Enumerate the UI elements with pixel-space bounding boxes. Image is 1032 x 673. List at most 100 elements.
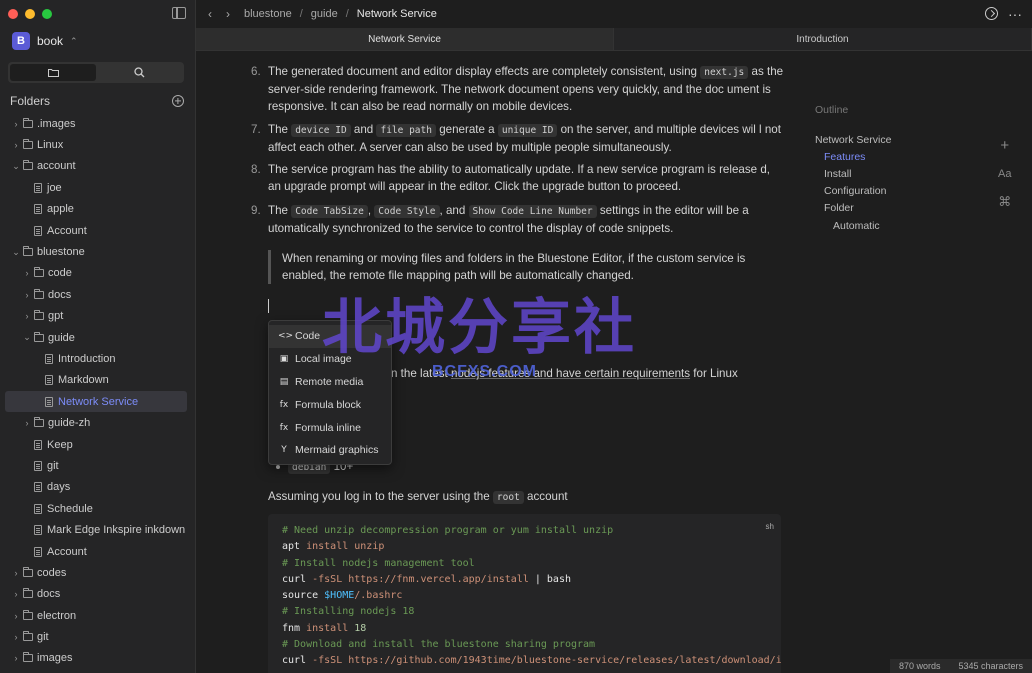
tree-folder[interactable]: › Linux: [5, 134, 187, 155]
more-icon[interactable]: ···: [1008, 7, 1022, 21]
back-arrow-icon[interactable]: ‹: [208, 7, 218, 21]
file-icon: [45, 396, 53, 407]
code-line: curl -fsSL https://fnm.vercel.app/instal…: [282, 572, 767, 588]
window-controls: [8, 9, 52, 19]
folder-icon: [23, 246, 33, 257]
code-language-label[interactable]: sh: [766, 519, 774, 535]
char-count: 5345 characters: [958, 661, 1023, 671]
tree-folder[interactable]: › codes: [5, 562, 187, 583]
tree-file[interactable]: Markdown: [5, 370, 187, 391]
folder-icon: [34, 267, 44, 278]
tree-folder[interactable]: › .images: [5, 113, 187, 134]
add-icon[interactable]: +: [1000, 137, 1009, 154]
tree-folder[interactable]: › docs: [5, 284, 187, 305]
file-icon: [34, 225, 42, 236]
tree-folder[interactable]: › guide-zh: [5, 412, 187, 433]
tree-item-label: docs: [37, 588, 61, 601]
formula-icon: fx: [279, 399, 289, 410]
tree-file[interactable]: Keep: [5, 434, 187, 455]
forward-arrow-icon[interactable]: ›: [226, 7, 236, 21]
share-icon[interactable]: [985, 7, 998, 20]
close-window-button[interactable]: [8, 9, 18, 19]
code-block[interactable]: sh # Need unzip decompression program or…: [268, 514, 781, 673]
breadcrumb-current: Network Service: [356, 8, 437, 20]
outline-item[interactable]: Folder: [815, 200, 995, 217]
file-icon: [34, 525, 42, 536]
breadcrumb-item[interactable]: guide: [311, 8, 338, 20]
tree-file[interactable]: Introduction: [5, 348, 187, 369]
editor[interactable]: 6. The generated document and editor disp…: [196, 51, 836, 673]
tree-folder[interactable]: ⌄ bluestone: [5, 241, 187, 262]
tree-file[interactable]: Account: [5, 541, 187, 562]
paragraph-link[interactable]: nodejs features and have certain require…: [451, 367, 690, 380]
code-token: 18: [354, 622, 367, 634]
tree-item-label: code: [48, 267, 72, 280]
folder-icon: [23, 566, 33, 577]
tree-folder[interactable]: › electron: [5, 605, 187, 626]
tree-file[interactable]: apple: [5, 199, 187, 220]
menu-item-mermaid-graphics[interactable]: Y Mermaid graphics: [269, 439, 391, 462]
tree-folder[interactable]: › images: [5, 648, 187, 669]
code-token: curl: [282, 573, 313, 585]
tree-item-label: days: [47, 481, 71, 494]
tree-item-label: bluestone: [37, 246, 85, 259]
sidebar-toggle-icon[interactable]: [172, 7, 186, 19]
tree-folder[interactable]: › code: [5, 263, 187, 284]
tree-file[interactable]: days: [5, 477, 187, 498]
list-text: and: [350, 123, 377, 136]
list-item: 9. The Code TabSize, Code Style, and Show…: [251, 202, 786, 237]
inline-code: device ID: [291, 124, 351, 137]
tree-folder[interactable]: ⌄ account: [5, 156, 187, 177]
tree-item-label: docs: [48, 288, 72, 301]
list-item: 6. The generated document and editor disp…: [251, 63, 786, 115]
media-icon: ▤: [279, 376, 289, 387]
folder-icon: [23, 160, 33, 171]
tree-file[interactable]: Schedule: [5, 498, 187, 519]
menu-item-code[interactable]: <> Code: [269, 325, 391, 348]
add-folder-icon[interactable]: [172, 95, 184, 107]
sidebar-view-switch: [8, 62, 184, 83]
tab-introduction[interactable]: Introduction: [614, 28, 1032, 50]
minimize-window-button[interactable]: [25, 9, 35, 19]
outline-item[interactable]: Features: [815, 148, 995, 165]
outline-item[interactable]: Automatic: [815, 217, 995, 234]
chevron-down-icon: ⌄: [23, 332, 31, 343]
tree-folder[interactable]: ⌄ guide: [5, 327, 187, 348]
code-token: apt: [282, 541, 307, 553]
tree-file[interactable]: Network Service: [5, 391, 187, 413]
files-view-button[interactable]: [10, 64, 96, 81]
status-bar: 870 words 5345 characters: [890, 659, 1032, 673]
font-icon[interactable]: Aa: [998, 168, 1011, 180]
command-icon[interactable]: ⌘: [998, 194, 1011, 210]
chevron-right-icon: ›: [25, 418, 29, 429]
book-switcher[interactable]: B book ⌃: [12, 32, 78, 50]
tree-file[interactable]: git: [5, 455, 187, 476]
outline-item[interactable]: Network Service: [815, 131, 995, 148]
menu-item-local-image[interactable]: ▣ Local image: [269, 348, 391, 371]
chevron-right-icon: ›: [25, 289, 29, 300]
menu-item-formula-block[interactable]: fx Formula block: [269, 393, 391, 416]
tree-file[interactable]: joe: [5, 177, 187, 198]
file-icon: [34, 439, 42, 450]
menu-item-remote-media[interactable]: ▤ Remote media: [269, 371, 391, 394]
tree-item-label: apple: [47, 203, 74, 216]
search-view-button[interactable]: [96, 64, 182, 81]
maximize-window-button[interactable]: [42, 9, 52, 19]
tree-item-label: Account: [47, 224, 87, 237]
outline-item[interactable]: Install: [815, 165, 995, 182]
code-line: # Install nodejs management tool: [282, 556, 767, 572]
tree-folder[interactable]: › gpt: [5, 306, 187, 327]
search-icon: [133, 67, 144, 78]
tree-item-label: images: [37, 652, 73, 665]
menu-item-formula-inline[interactable]: fx Formula inline: [269, 416, 391, 439]
tree-file[interactable]: Account: [5, 220, 187, 241]
outline-item[interactable]: Configuration: [815, 183, 995, 200]
tab-network-service[interactable]: Network Service: [196, 28, 614, 50]
breadcrumb-item[interactable]: bluestone: [244, 8, 292, 20]
tree-folder[interactable]: › docs: [5, 584, 187, 605]
list-number: 6.: [251, 65, 261, 78]
tree-folder[interactable]: › git: [5, 626, 187, 647]
tree-file[interactable]: Mark Edge Inkspire inkdown: [5, 519, 187, 540]
menu-item-label: Mermaid graphics: [295, 444, 379, 457]
code-lines: # Need unzip decompression program or yu…: [282, 523, 781, 670]
